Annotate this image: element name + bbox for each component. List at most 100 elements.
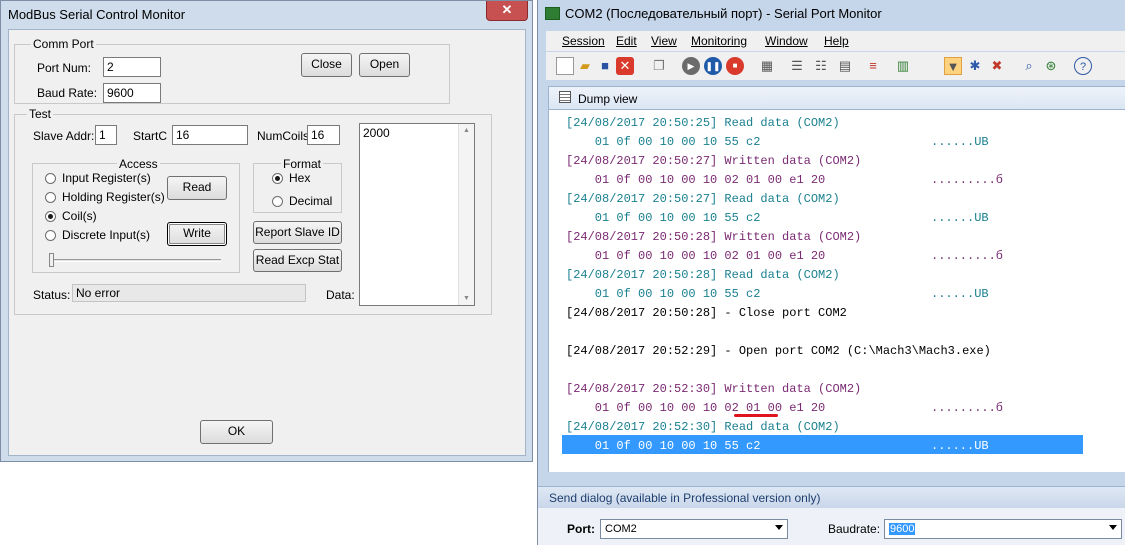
port-num-label: Port Num: (37, 61, 92, 75)
numcoils-label: NumCoils: (257, 129, 313, 143)
menu-bar: Session Edit View Monitoring Window Help (546, 31, 1125, 51)
pause-icon[interactable]: ❚❚ (704, 57, 722, 75)
log-line[interactable]: [24/08/2017 20:52:29] - Open port COM2 (… (566, 342, 991, 361)
log-line[interactable]: [24/08/2017 20:50:25] Read data (COM2) (566, 114, 840, 133)
ok-button[interactable]: OK (200, 420, 273, 444)
grid-view-icon[interactable]: ▦ (758, 57, 776, 75)
settings-icon[interactable]: ✱ (966, 57, 984, 75)
table-view-icon[interactable]: ☷ (812, 57, 830, 75)
dump-view-header: Dump view (548, 86, 1125, 110)
menu-view[interactable]: View (651, 34, 677, 48)
baudrate-select[interactable]: 9600 (884, 519, 1122, 539)
log-line[interactable]: [24/08/2017 20:52:30] Read data (COM2) (566, 418, 840, 437)
startc-label: StartC (133, 129, 168, 143)
dump-view-title: Dump view (578, 92, 638, 106)
log-line[interactable]: [24/08/2017 20:50:28] - Close port COM2 (566, 304, 847, 323)
access-option-label: Input Register(s) (62, 171, 151, 185)
log-line[interactable]: [24/08/2017 20:50:28] Written data (COM2… (566, 228, 861, 247)
clear-filter-icon[interactable]: ✖ (988, 57, 1006, 75)
format-radio-hex[interactable] (272, 173, 283, 184)
access-radio-discrete-inputs[interactable] (45, 230, 56, 241)
copy-icon[interactable]: ❐ (650, 57, 668, 75)
menu-session[interactable]: Session (562, 34, 605, 48)
app-icon (545, 7, 560, 20)
columns-icon[interactable]: ▤ (836, 57, 854, 75)
data-textarea[interactable]: 2000 ▲ ▼ (359, 123, 475, 306)
data-label: Data: (326, 288, 355, 302)
port-num-input[interactable]: 2 (103, 57, 161, 77)
play-icon[interactable]: ▶ (682, 57, 700, 75)
log-ascii: .........б (931, 249, 1004, 263)
red-underline-mark (734, 414, 778, 417)
modbus-window-title: ModBus Serial Control Monitor (8, 7, 186, 22)
baud-rate-label: Baud Rate: (37, 86, 98, 100)
help-icon[interactable]: ? (1074, 57, 1092, 75)
status-label: Status: (33, 288, 71, 302)
open-folder-icon[interactable]: ▰ (576, 57, 594, 75)
log-line[interactable]: 01 0f 00 10 00 10 55 c2 (566, 209, 761, 228)
report-slave-id-button[interactable]: Report Slave ID (253, 221, 342, 244)
list-view-icon[interactable]: ☰ (788, 57, 806, 75)
line-view-icon[interactable]: ≡ (864, 57, 882, 75)
access-radio-holding-registers[interactable] (45, 192, 56, 203)
menu-help[interactable]: Help (824, 34, 849, 48)
close-port-button[interactable]: Close (301, 53, 352, 77)
read-button[interactable]: Read (167, 176, 227, 200)
format-option-label: Hex (289, 171, 311, 185)
data-scrollbar[interactable]: ▲ ▼ (458, 124, 474, 305)
dump-view-icon (559, 91, 571, 103)
log-line[interactable]: 01 0f 00 10 00 10 02 01 00 e1 20 (566, 399, 825, 418)
log-line[interactable]: 01 0f 00 10 00 10 55 c2 (566, 285, 761, 304)
access-radio-input-registers[interactable] (45, 173, 56, 184)
log-line[interactable]: [24/08/2017 20:50:27] Read data (COM2) (566, 190, 840, 209)
find-next-icon[interactable]: ⊛ (1042, 57, 1060, 75)
modbus-client-area: Comm Port Port Num: 2 Baud Rate: 9600 Cl… (8, 29, 526, 456)
chart-icon[interactable]: ▥ (894, 57, 912, 75)
filter-icon[interactable]: ▼ (944, 57, 962, 75)
log-line[interactable]: [24/08/2017 20:50:28] Read data (COM2) (566, 266, 840, 285)
modbus-titlebar[interactable]: ModBus Serial Control Monitor (1, 1, 532, 29)
toolbar: ▰ ■ ✕ ❐ ▶ ❚❚ ■ ▦ ☰ ☷ ▤ ≡ ▥ ▼ ✱ ✖ ⌕ ⊛ ? (546, 52, 1125, 80)
stop-icon[interactable]: ■ (726, 57, 744, 75)
menu-window[interactable]: Window (765, 34, 808, 48)
send-dialog-header: Send dialog (available in Professional v… (538, 486, 1125, 508)
slave-addr-input[interactable]: 1 (95, 125, 117, 145)
dump-view-log[interactable]: [24/08/2017 20:50:25] Read data (COM2) 0… (548, 110, 1125, 472)
search-icon[interactable]: ⌕ (1020, 57, 1038, 75)
log-line[interactable]: 01 0f 00 10 00 10 55 c2 (566, 133, 761, 152)
read-excp-stat-button[interactable]: Read Excp Stat (253, 249, 342, 272)
log-ascii: ......UB (931, 211, 989, 225)
log-line[interactable]: 01 0f 00 10 00 10 02 01 00 e1 20 (566, 171, 825, 190)
format-radio-decimal[interactable] (272, 196, 283, 207)
save-icon[interactable]: ■ (596, 57, 614, 75)
log-line[interactable]: [24/08/2017 20:50:27] Written data (COM2… (566, 152, 861, 171)
baud-rate-input[interactable]: 9600 (103, 83, 161, 103)
log-ascii: .........б (931, 173, 1004, 187)
scroll-up-icon[interactable]: ▲ (463, 127, 470, 134)
modbus-window: ModBus Serial Control Monitor ✕ Comm Por… (0, 0, 533, 462)
write-button[interactable]: Write (167, 222, 227, 246)
slave-addr-label: Slave Addr: (33, 129, 95, 143)
numcoils-input[interactable]: 16 (307, 125, 340, 145)
baudrate-label: Baudrate: (828, 522, 881, 536)
open-port-button[interactable]: Open (359, 53, 410, 77)
slider-track[interactable] (50, 259, 221, 262)
startc-input[interactable]: 16 (172, 125, 248, 145)
new-file-icon[interactable] (556, 57, 574, 75)
baudrate-select-value: 9600 (889, 523, 916, 535)
log-line[interactable]: 01 0f 00 10 00 10 55 c2 (566, 437, 761, 456)
access-radio-coils[interactable] (45, 211, 56, 222)
port-select-value: COM2 (605, 523, 637, 535)
log-line[interactable]: 01 0f 00 10 00 10 02 01 00 e1 20 (566, 247, 825, 266)
delete-icon[interactable]: ✕ (616, 57, 634, 75)
access-option-label: Discrete Input(s) (62, 228, 151, 242)
comm-port-group-label: Comm Port (31, 37, 96, 51)
modbus-close-window-button[interactable]: ✕ (486, 1, 528, 21)
menu-monitoring[interactable]: Monitoring (691, 34, 747, 48)
access-option-label: Holding Register(s) (62, 190, 165, 204)
port-select[interactable]: COM2 (600, 519, 788, 539)
scroll-down-icon[interactable]: ▼ (463, 295, 470, 302)
menu-edit[interactable]: Edit (616, 34, 637, 48)
slider-thumb[interactable] (49, 253, 54, 267)
log-line[interactable]: [24/08/2017 20:52:30] Written data (COM2… (566, 380, 861, 399)
